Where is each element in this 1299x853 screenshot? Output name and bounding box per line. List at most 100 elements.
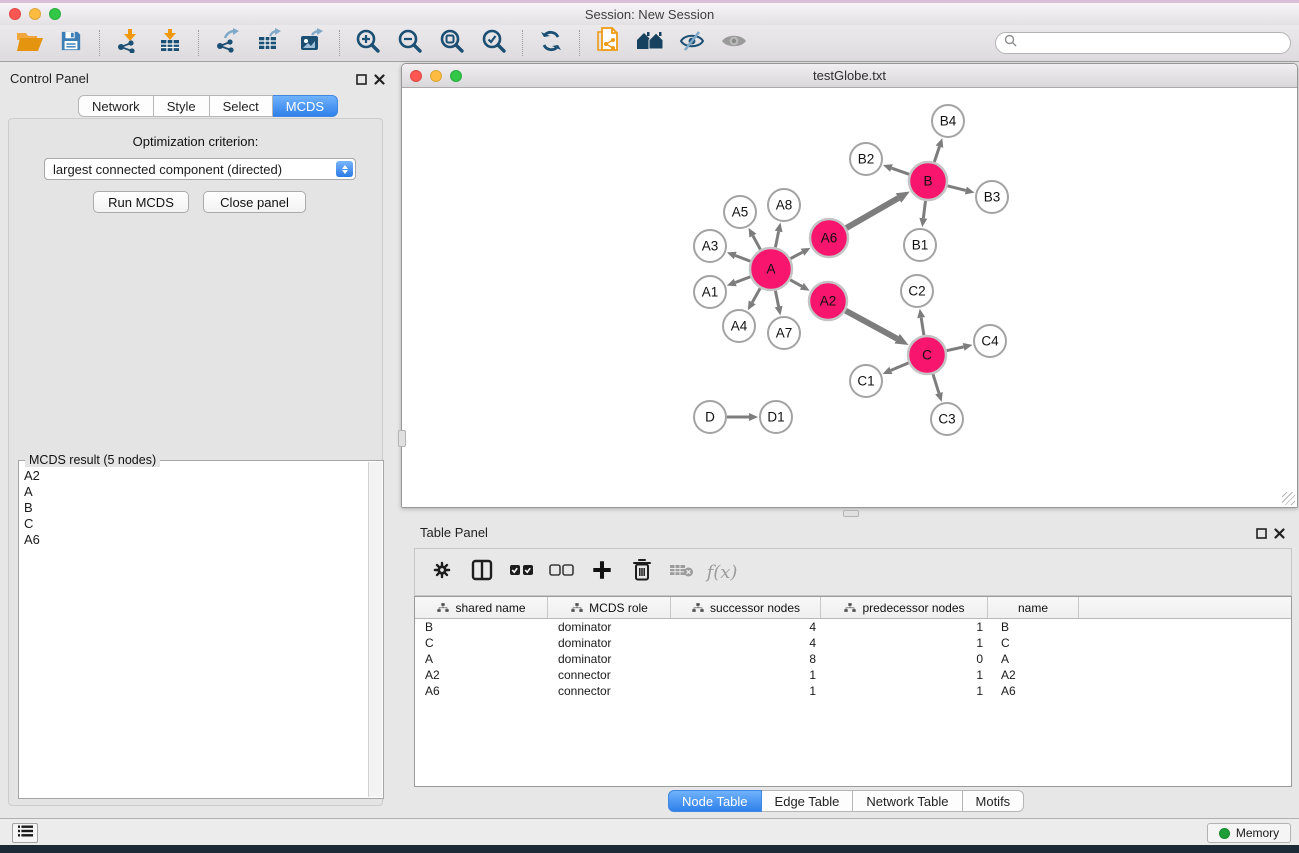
result-item[interactable]: A2 bbox=[24, 468, 368, 484]
export-table-button[interactable] bbox=[251, 27, 287, 59]
close-panel-icon[interactable] bbox=[1274, 526, 1285, 544]
column-header-successor-nodes[interactable]: successor nodes bbox=[671, 597, 821, 618]
graph-node-D[interactable]: D bbox=[694, 401, 726, 433]
graph-edge-A2-C[interactable] bbox=[846, 311, 898, 339]
vertical-splitter-handle[interactable] bbox=[398, 430, 406, 447]
select-all-button[interactable] bbox=[505, 555, 539, 589]
function-builder-button[interactable]: f(x) bbox=[705, 555, 739, 589]
export-network-button[interactable] bbox=[209, 27, 245, 59]
graph-edge-C-C3[interactable] bbox=[933, 374, 939, 393]
graph-node-A4[interactable]: A4 bbox=[723, 310, 755, 342]
refresh-layout-button[interactable] bbox=[533, 27, 569, 59]
tab-network-table[interactable]: Network Table bbox=[853, 790, 962, 812]
graph-edge-A-A1[interactable] bbox=[735, 277, 750, 283]
graph-node-A[interactable]: A bbox=[750, 248, 792, 290]
column-header-name[interactable]: name bbox=[988, 597, 1079, 618]
optimization-criterion-select[interactable]: largest connected component (directed) bbox=[44, 158, 356, 180]
graph-node-C2[interactable]: C2 bbox=[901, 275, 933, 307]
run-mcds-button[interactable]: Run MCDS bbox=[93, 191, 189, 213]
resize-grip[interactable] bbox=[1282, 492, 1295, 505]
export-image-button[interactable] bbox=[293, 27, 329, 59]
graph-node-B2[interactable]: B2 bbox=[850, 143, 882, 175]
graph-node-C3[interactable]: C3 bbox=[931, 403, 963, 435]
graph-edge-A-A8[interactable] bbox=[775, 231, 778, 247]
tab-node-table[interactable]: Node Table bbox=[668, 790, 762, 812]
zoom-fit-button[interactable] bbox=[434, 27, 470, 59]
save-session-button[interactable] bbox=[53, 27, 89, 59]
zoom-out-button[interactable] bbox=[392, 27, 428, 59]
import-table-button[interactable] bbox=[152, 27, 188, 59]
graph-edge-B-B1[interactable] bbox=[923, 201, 925, 218]
column-header-mcds-role[interactable]: MCDS role bbox=[548, 597, 671, 618]
graph-edge-A-A4[interactable] bbox=[752, 288, 760, 302]
graph-edge-B-B4[interactable] bbox=[934, 147, 939, 162]
tab-style[interactable]: Style bbox=[154, 95, 210, 117]
graph-node-B4[interactable]: B4 bbox=[932, 105, 964, 137]
hide-selected-button[interactable] bbox=[674, 27, 710, 59]
graph-edge-B-B2[interactable] bbox=[891, 168, 909, 174]
graph-node-B3[interactable]: B3 bbox=[976, 181, 1008, 213]
graph-node-B[interactable]: B bbox=[909, 162, 947, 200]
graph-node-A1[interactable]: A1 bbox=[694, 276, 726, 308]
result-scrollbar[interactable] bbox=[368, 462, 382, 797]
table-row[interactable]: Adominator80A bbox=[415, 651, 1291, 667]
graph-node-A8[interactable]: A8 bbox=[768, 189, 800, 221]
graph-node-D1[interactable]: D1 bbox=[760, 401, 792, 433]
show-all-button[interactable] bbox=[716, 27, 752, 59]
graph-edge-A6-B[interactable] bbox=[846, 198, 898, 228]
graph-edge-A-A2[interactable] bbox=[790, 280, 802, 287]
tab-select[interactable]: Select bbox=[210, 95, 273, 117]
graph-edge-C-C4[interactable] bbox=[947, 347, 964, 351]
graph-edge-C-C1[interactable] bbox=[891, 363, 909, 371]
tab-mcds[interactable]: MCDS bbox=[273, 95, 338, 117]
graph-node-A2[interactable]: A2 bbox=[809, 282, 847, 320]
network-canvas[interactable]: AA1A2A3A4A5A6A7A8BB1B2B3B4CC1C2C3C4DD1 bbox=[402, 88, 1297, 507]
mcds-result-list[interactable]: A2 A B C A6 bbox=[20, 464, 368, 797]
graph-edge-A-A6[interactable] bbox=[790, 252, 802, 258]
table-row[interactable]: Cdominator41C bbox=[415, 635, 1291, 651]
delete-column-button[interactable] bbox=[625, 555, 659, 589]
table-row[interactable]: A6connector11A6 bbox=[415, 683, 1291, 699]
result-item[interactable]: B bbox=[24, 500, 368, 516]
graph-node-C4[interactable]: C4 bbox=[974, 325, 1006, 357]
result-item[interactable]: A6 bbox=[24, 532, 368, 548]
delete-table-button[interactable] bbox=[665, 555, 699, 589]
import-network-button[interactable] bbox=[110, 27, 146, 59]
zoom-selected-button[interactable] bbox=[476, 27, 512, 59]
float-panel-icon[interactable] bbox=[356, 72, 367, 90]
graph-node-C1[interactable]: C1 bbox=[850, 365, 882, 397]
show-panels-button[interactable] bbox=[12, 823, 38, 843]
new-network-from-selection-button[interactable] bbox=[590, 27, 626, 59]
zoom-in-button[interactable] bbox=[350, 27, 386, 59]
close-panel-button[interactable]: Close panel bbox=[203, 191, 306, 213]
graph-node-B1[interactable]: B1 bbox=[904, 229, 936, 261]
network-window-titlebar[interactable]: testGlobe.txt bbox=[402, 64, 1297, 88]
graph-node-A6[interactable]: A6 bbox=[810, 219, 848, 257]
tab-network[interactable]: Network bbox=[78, 95, 154, 117]
graph-node-A3[interactable]: A3 bbox=[694, 230, 726, 262]
add-column-button[interactable] bbox=[585, 555, 619, 589]
result-item[interactable]: A bbox=[24, 484, 368, 500]
tab-motifs[interactable]: Motifs bbox=[963, 790, 1025, 812]
search-input[interactable] bbox=[1022, 36, 1282, 50]
result-item[interactable]: C bbox=[24, 516, 368, 532]
close-panel-icon[interactable] bbox=[374, 72, 385, 90]
deselect-all-button[interactable] bbox=[545, 555, 579, 589]
tab-edge-table[interactable]: Edge Table bbox=[762, 790, 854, 812]
graph-edge-B-B3[interactable] bbox=[947, 186, 965, 191]
table-settings-button[interactable] bbox=[425, 555, 459, 589]
table-row[interactable]: Bdominator41B bbox=[415, 619, 1291, 635]
horizontal-splitter-handle[interactable] bbox=[843, 510, 859, 517]
search-box[interactable] bbox=[995, 32, 1291, 54]
float-panel-icon[interactable] bbox=[1256, 526, 1267, 544]
graph-node-A7[interactable]: A7 bbox=[768, 317, 800, 349]
graph-node-A5[interactable]: A5 bbox=[724, 196, 756, 228]
memory-button[interactable]: Memory bbox=[1207, 823, 1291, 843]
graph-edge-A-A5[interactable] bbox=[753, 236, 761, 250]
graph-edge-C-C2[interactable] bbox=[921, 318, 924, 336]
first-neighbors-button[interactable] bbox=[632, 27, 668, 59]
column-header-shared-name[interactable]: shared name bbox=[415, 597, 548, 618]
graph-edge-A-A3[interactable] bbox=[735, 256, 750, 262]
column-header-predecessor-nodes[interactable]: predecessor nodes bbox=[821, 597, 988, 618]
graph-edge-A-A7[interactable] bbox=[775, 291, 778, 307]
